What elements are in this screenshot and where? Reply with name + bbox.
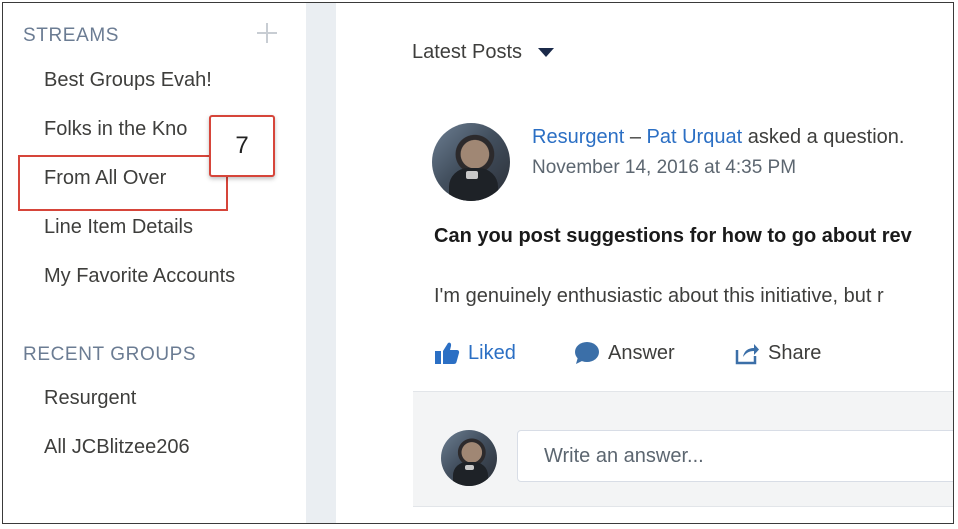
share-icon [735,344,759,365]
sidebar-divider [306,3,336,523]
post-header: Resurgent – Pat Urquat asked a question. [532,126,904,149]
sidebar: STREAMS Best Groups Evah! Folks in the K… [3,3,306,523]
feed-title: Latest Posts [412,41,523,63]
share-button[interactable]: Share [734,341,821,365]
header-separator: – [624,126,647,148]
liked-button[interactable]: Liked [434,341,516,365]
thumbs-up-icon [435,342,460,364]
answer-button[interactable]: Answer [574,341,675,365]
sidebar-item-resurgent[interactable]: Resurgent [44,387,136,410]
recent-groups-heading: RECENT GROUPS [23,344,197,365]
sidebar-item-all-jcblitzee206[interactable]: All JCBlitzee206 [44,436,190,459]
post-action-text: asked a question. [742,126,905,148]
app-frame: STREAMS Best Groups Evah! Folks in the K… [2,2,954,524]
question-body: I'm genuinely enthusiastic about this in… [434,285,884,307]
caret-down-icon [538,48,555,58]
share-label: Share [768,341,822,364]
speech-bubble-icon [575,342,599,364]
author-link[interactable]: Pat Urquat [647,126,743,148]
feed-filter-dropdown[interactable]: Latest Posts [412,41,555,64]
sidebar-item-line-item-details[interactable]: Line Item Details [44,216,193,239]
author-avatar[interactable] [432,123,510,201]
post-timestamp[interactable]: November 14, 2016 at 4:35 PM [532,157,796,179]
sidebar-item-my-favorite-accounts[interactable]: My Favorite Accounts [44,265,235,288]
current-user-avatar [441,430,497,486]
sidebar-item-folks-in-the-know[interactable]: Folks in the Kno [44,118,187,141]
streams-heading: STREAMS [23,25,120,46]
question-title[interactable]: Can you post suggestions for how to go a… [434,225,912,248]
answer-label: Answer [608,341,675,364]
sidebar-item-best-groups-evah[interactable]: Best Groups Evah! [44,69,212,92]
liked-label: Liked [468,341,516,364]
answer-composer: Write an answer... [413,391,953,507]
feed-panel: Latest Posts Resurgent – Pat Urquat aske… [336,3,953,523]
plus-icon[interactable] [257,23,277,43]
highlight-box [18,155,228,211]
answer-input[interactable]: Write an answer... [517,430,953,482]
callout-number: 7 [209,115,275,177]
group-link[interactable]: Resurgent [532,126,624,148]
